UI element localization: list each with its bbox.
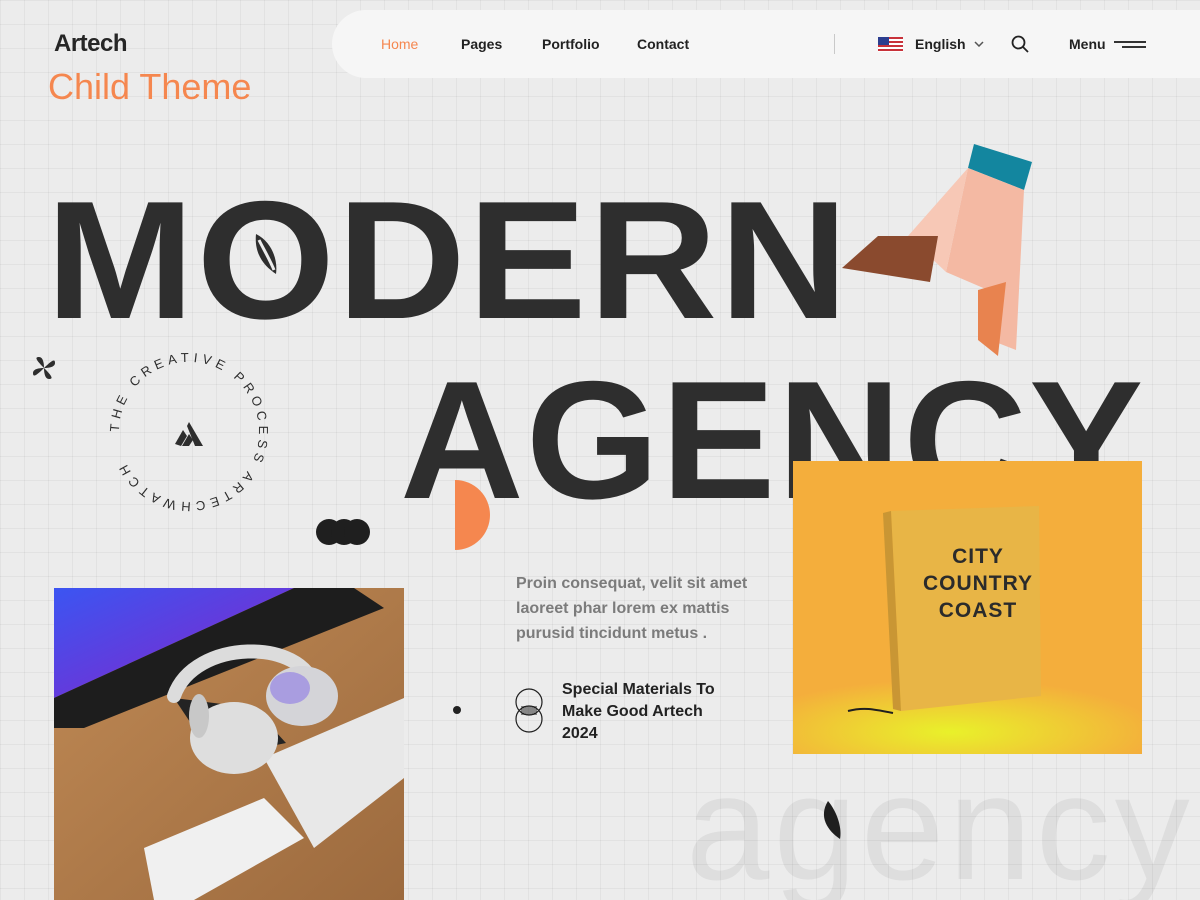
desk-headphones-photo: [54, 588, 404, 900]
creative-process-badge[interactable]: THE CREATIVE PROCESS ARTECHWATCH: [103, 346, 275, 518]
nav-portfolio[interactable]: Portfolio: [542, 36, 600, 52]
nav-divider: [834, 34, 835, 54]
language-select[interactable]: English: [915, 36, 984, 52]
book-title-line-2: COUNTRY: [922, 572, 1034, 595]
logo-text: Artech: [54, 30, 128, 57]
dots-decoration: [316, 519, 370, 545]
letter-a-sculpture: [842, 144, 1032, 356]
nav-pages[interactable]: Pages: [461, 36, 502, 52]
site-subtitle: Child Theme: [48, 66, 252, 107]
crescent-shape: [255, 234, 277, 274]
flower-icon: [33, 357, 55, 379]
feature-bullet: [453, 706, 461, 714]
hero-body-text: Proin consequat, velit sit amet laoreet …: [516, 575, 748, 642]
nav-home[interactable]: Home: [381, 36, 418, 52]
headline-modern: MODERN: [46, 166, 851, 354]
crescent-shape-small: [823, 801, 841, 839]
badge-text: THE CREATIVE PROCESS ARTECHWATCH: [107, 350, 267, 514]
striped-circles-icon: [515, 688, 543, 733]
nav-contact[interactable]: Contact: [637, 36, 689, 52]
main-navbar: Home Pages Portfolio Contact English Men…: [332, 10, 1200, 78]
search-icon[interactable]: [1010, 34, 1030, 54]
watermark-text: agency: [686, 743, 1194, 900]
language-label: English: [915, 36, 966, 52]
brand-logo[interactable]: Artech: [54, 30, 128, 58]
us-flag-icon: [878, 37, 903, 52]
orange-half-circle: [455, 480, 490, 550]
book-title-line-3: COAST: [938, 599, 1018, 622]
menu-button[interactable]: Menu: [1069, 36, 1146, 52]
book-title-line-1: CITY: [952, 545, 1004, 568]
badge-logo-icon: [175, 422, 203, 446]
hamburger-icon: [1113, 38, 1146, 51]
svg-text:THE CREATIVE PROCESS ARTECHWAT: THE CREATIVE PROCESS ARTECHWATCH: [107, 350, 271, 514]
book-photo: CITY COUNTRY COAST: [793, 461, 1142, 754]
chevron-down-icon: [974, 41, 984, 47]
feature-text: Special Materials To Make Good Artech 20…: [562, 681, 715, 742]
menu-label: Menu: [1069, 36, 1106, 52]
